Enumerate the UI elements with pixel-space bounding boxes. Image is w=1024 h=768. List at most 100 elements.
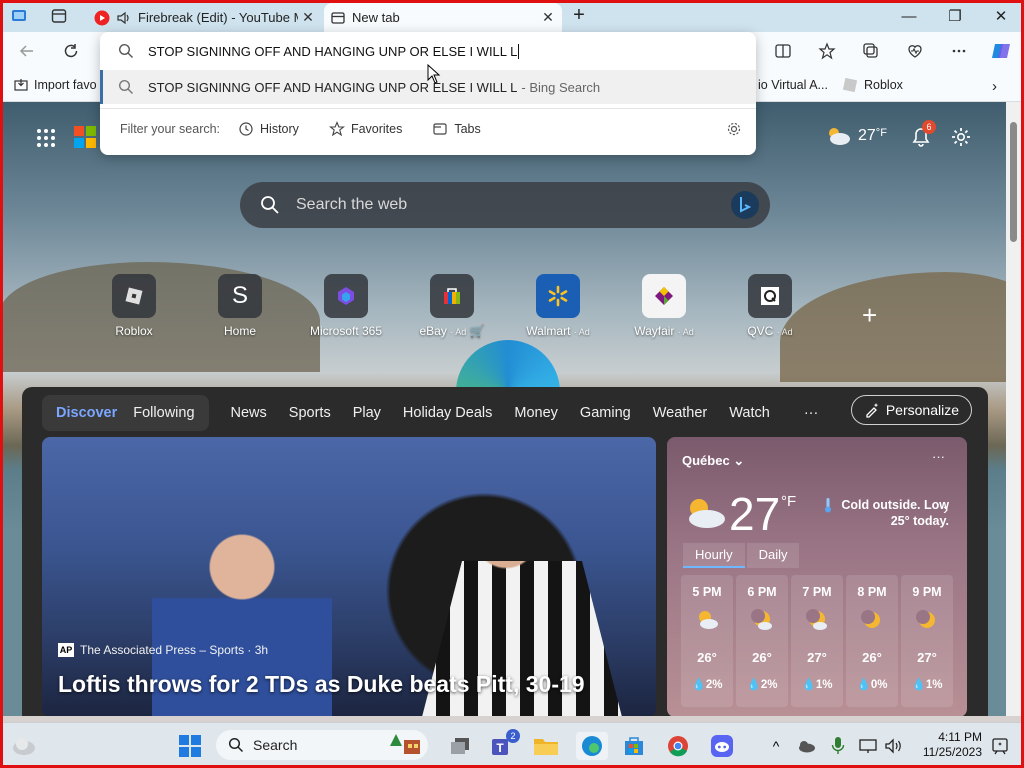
tab-close-button[interactable]: ✕: [298, 9, 318, 26]
discord-icon[interactable]: [708, 732, 736, 760]
quick-link-ebay[interactable]: eBay · Ad 🛒: [402, 274, 502, 338]
clock-time: 4:11 PM: [938, 730, 982, 744]
microphone-icon[interactable]: [824, 732, 852, 760]
weather-tab-daily[interactable]: Daily: [746, 543, 800, 568]
feed-nav-money[interactable]: Money: [514, 405, 558, 421]
favorite-roblox-label: Roblox: [864, 78, 903, 92]
segment-following[interactable]: Following: [125, 405, 202, 421]
tray-overflow-chevron-up-icon[interactable]: ^: [762, 732, 790, 760]
chevron-right-icon[interactable]: ›: [943, 501, 948, 519]
weather-location[interactable]: Québec ⌄: [682, 453, 744, 469]
taskbar-clock[interactable]: 4:11 PM 11/25/2023: [916, 730, 982, 760]
filter-history[interactable]: History: [238, 121, 299, 137]
new-tab-button[interactable]: +: [568, 5, 590, 27]
volume-icon[interactable]: [880, 732, 908, 760]
more-menu-icon[interactable]: [946, 38, 972, 64]
scrollbar-thumb[interactable]: [1010, 122, 1017, 242]
quick-link-label: Walmart: [526, 324, 571, 338]
microsoft-store-icon[interactable]: [620, 732, 648, 760]
copilot-icon[interactable]: [988, 38, 1014, 64]
speaker-icon[interactable]: [116, 10, 132, 26]
back-icon[interactable]: [14, 38, 40, 64]
feed-segment-toggle: Discover Following: [42, 395, 209, 431]
page-settings-gear-icon[interactable]: [950, 126, 972, 148]
weather-location-label: Québec: [682, 453, 730, 468]
onedrive-icon[interactable]: [792, 732, 820, 760]
feed-nav-weather[interactable]: Weather: [653, 405, 708, 421]
taskbar-search[interactable]: Search: [216, 730, 428, 760]
refresh-icon[interactable]: [58, 38, 84, 64]
address-bar-value: STOP SIGNINNG OFF AND HANGING UNP OR ELS…: [148, 43, 518, 59]
notifications-badge: 6: [922, 120, 936, 134]
news-source: AP The Associated Press – Sports · 3h: [58, 643, 268, 657]
quick-link-label: Wayfair: [634, 324, 675, 338]
favorite-virtual[interactable]: io Virtual A...: [758, 78, 828, 92]
tab-new-tab[interactable]: New tab ✕: [324, 3, 562, 32]
feed-nav-watch[interactable]: Watch: [729, 405, 770, 421]
segment-discover[interactable]: Discover: [48, 405, 125, 421]
weather-more-button[interactable]: ···: [932, 449, 945, 464]
weather-card[interactable]: Québec ⌄ ··· 27 °F Cold outside. Low 25°…: [667, 437, 967, 716]
favorite-roblox[interactable]: Roblox: [842, 78, 903, 92]
news-headline[interactable]: Loftis throws for 2 TDs as Duke beats Pi…: [58, 671, 585, 698]
file-explorer-icon[interactable]: [532, 732, 560, 760]
quick-link-label: QVC: [747, 324, 774, 338]
collections-icon[interactable]: [858, 38, 884, 64]
add-quick-link-button[interactable]: +: [862, 300, 877, 331]
vertical-scrollbar[interactable]: [1006, 102, 1021, 716]
quick-link-home[interactable]: S Home: [190, 274, 290, 338]
weather-alert: Cold outside. Low 25° today.: [841, 498, 949, 528]
web-search-box[interactable]: Search the web: [240, 182, 770, 228]
feed-nav-sports[interactable]: Sports: [289, 405, 331, 421]
app-launcher-icon[interactable]: [36, 128, 56, 148]
new-tab-icon: [330, 10, 346, 26]
feed-nav-news[interactable]: News: [231, 405, 267, 421]
maximize-button[interactable]: ❐: [932, 4, 978, 28]
weather-widget[interactable]: 27°F: [824, 126, 887, 146]
task-view-icon[interactable]: [446, 732, 474, 760]
hour-time: 5 PM: [692, 585, 722, 599]
favorites-overflow-chevron-icon[interactable]: ›: [992, 78, 997, 95]
quick-link-roblox[interactable]: Roblox: [84, 274, 184, 338]
start-button-windows-icon[interactable]: [176, 732, 204, 760]
filter-label: Filter your search:: [120, 121, 221, 136]
microsoft-365-icon: [324, 274, 368, 318]
tab-actions-icon[interactable]: [50, 7, 68, 25]
filter-tabs[interactable]: Tabs: [432, 121, 481, 137]
feed-nav-more[interactable]: ···: [804, 405, 819, 421]
feed-nav-holiday-deals[interactable]: Holiday Deals: [403, 405, 492, 421]
workspaces-icon[interactable]: [10, 7, 28, 25]
taskbar-search-label: Search: [253, 737, 298, 753]
edge-taskbar-icon[interactable]: [576, 732, 608, 760]
filter-favorites[interactable]: Favorites: [328, 120, 402, 137]
quick-link-wayfair[interactable]: Wayfair · Ad: [614, 274, 714, 338]
hero-news-card[interactable]: AP The Associated Press – Sports · 3h Lo…: [42, 437, 656, 716]
tab-close-button[interactable]: ✕: [538, 9, 558, 26]
favorites-icon[interactable]: [814, 38, 840, 64]
chrome-icon[interactable]: [664, 732, 692, 760]
tab-youtube[interactable]: Firebreak (Edit) - YouTube M ✕: [88, 3, 322, 32]
moon-icon: [916, 610, 935, 628]
quick-link-qvc[interactable]: QVC · Ad: [720, 274, 820, 338]
quick-link-walmart[interactable]: Walmart · Ad: [508, 274, 608, 338]
address-bar-dropdown: STOP SIGNINNG OFF AND HANGING UNP OR ELS…: [100, 32, 756, 155]
network-icon[interactable]: [854, 732, 882, 760]
close-window-button[interactable]: ✕: [978, 4, 1024, 28]
bing-chat-icon[interactable]: [730, 190, 760, 220]
performance-icon[interactable]: [902, 38, 928, 64]
quick-link-microsoft-365[interactable]: Microsoft 365: [296, 274, 396, 338]
notification-center-icon[interactable]: [986, 732, 1014, 760]
import-favorites-link[interactable]: Import favo: [14, 78, 97, 92]
minimize-button[interactable]: —: [886, 4, 932, 28]
walmart-spark-icon: [536, 274, 580, 318]
feed-nav-gaming[interactable]: Gaming: [580, 405, 631, 421]
moon-cloud-icon: [806, 609, 827, 630]
split-screen-icon[interactable]: [770, 38, 796, 64]
search-settings-gear-icon[interactable]: [726, 121, 742, 137]
feed-nav-play[interactable]: Play: [353, 405, 381, 421]
personalize-button[interactable]: Personalize: [850, 395, 972, 425]
weather-widget-icon[interactable]: [10, 732, 38, 760]
suggestion-text: STOP SIGNINNG OFF AND HANGING UNP OR ELS…: [148, 79, 518, 95]
weather-tab-hourly[interactable]: Hourly: [683, 543, 745, 568]
microsoft-logo-icon[interactable]: [74, 126, 96, 148]
